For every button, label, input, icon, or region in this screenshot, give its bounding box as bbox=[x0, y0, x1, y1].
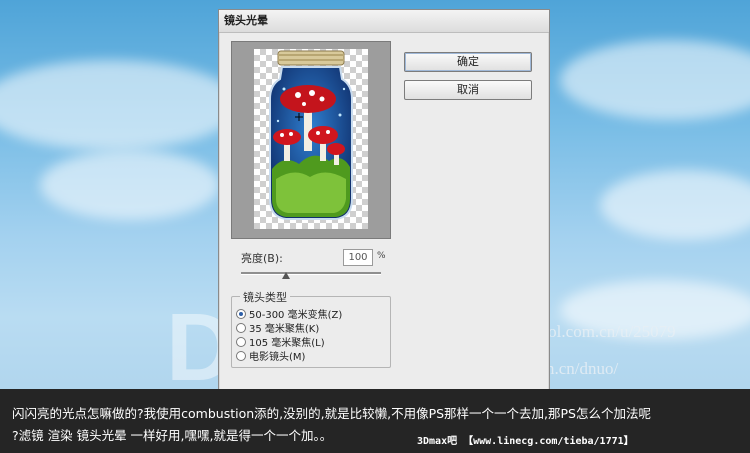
ok-button[interactable]: 确定 bbox=[404, 52, 532, 72]
lens-option-105[interactable]: 105 毫米聚焦(L) bbox=[236, 334, 325, 349]
brightness-input[interactable] bbox=[343, 249, 373, 266]
preview-panel[interactable] bbox=[231, 41, 391, 239]
radio-selected-icon[interactable] bbox=[236, 309, 246, 319]
lens-option-50-300[interactable]: 50-300 毫米变焦(Z) bbox=[236, 306, 342, 321]
radio-icon[interactable] bbox=[236, 337, 246, 347]
jar-image bbox=[269, 50, 353, 220]
cloud bbox=[40, 150, 220, 220]
lens-option-label: 电影镜头(M) bbox=[249, 352, 306, 363]
cloud bbox=[0, 60, 240, 150]
lens-type-group: 镜头类型 50-300 毫米变焦(Z) 35 毫米聚焦(K) 105 毫米聚焦(… bbox=[231, 289, 391, 368]
brightness-label: 亮度(B): bbox=[241, 252, 283, 265]
cloud bbox=[560, 40, 750, 120]
radio-icon[interactable] bbox=[236, 351, 246, 361]
dialog-title: 镜头光晕 bbox=[219, 10, 549, 33]
cloud bbox=[600, 170, 750, 240]
preview-image[interactable] bbox=[254, 49, 368, 229]
brightness-slider-thumb[interactable] bbox=[282, 272, 290, 279]
lens-option-35[interactable]: 35 毫米聚焦(K) bbox=[236, 320, 319, 335]
caption-bar: 闪闪亮的光点怎嘛做的?我使用combustion添的,没别的,就是比较懒,不用像… bbox=[0, 389, 750, 453]
caption-credit: 3Dmax吧 【www.linecg.com/tieba/1771】 bbox=[417, 436, 634, 447]
lens-flare-dialog: 镜头光晕 确定 取消 亮度(B): 100 % 镜头类型 50-300 毫米变焦… bbox=[218, 9, 550, 391]
caption-text-line-2: ?滤镜 渲染 镜头光晕 一样好用,嘿嘿,就是得一个一个加。。 bbox=[12, 428, 333, 443]
radio-icon[interactable] bbox=[236, 323, 246, 333]
caption-text-line-1: 闪闪亮的光点怎嘛做的?我使用combustion添的,没别的,就是比较懒,不用像… bbox=[12, 406, 651, 421]
brightness-unit: % bbox=[377, 251, 386, 261]
brightness-slider-track[interactable] bbox=[241, 272, 381, 275]
lens-option-movie[interactable]: 电影镜头(M) bbox=[236, 348, 306, 363]
cancel-button[interactable]: 取消 bbox=[404, 80, 532, 100]
lens-type-group-label: 镜头类型 bbox=[240, 289, 290, 305]
